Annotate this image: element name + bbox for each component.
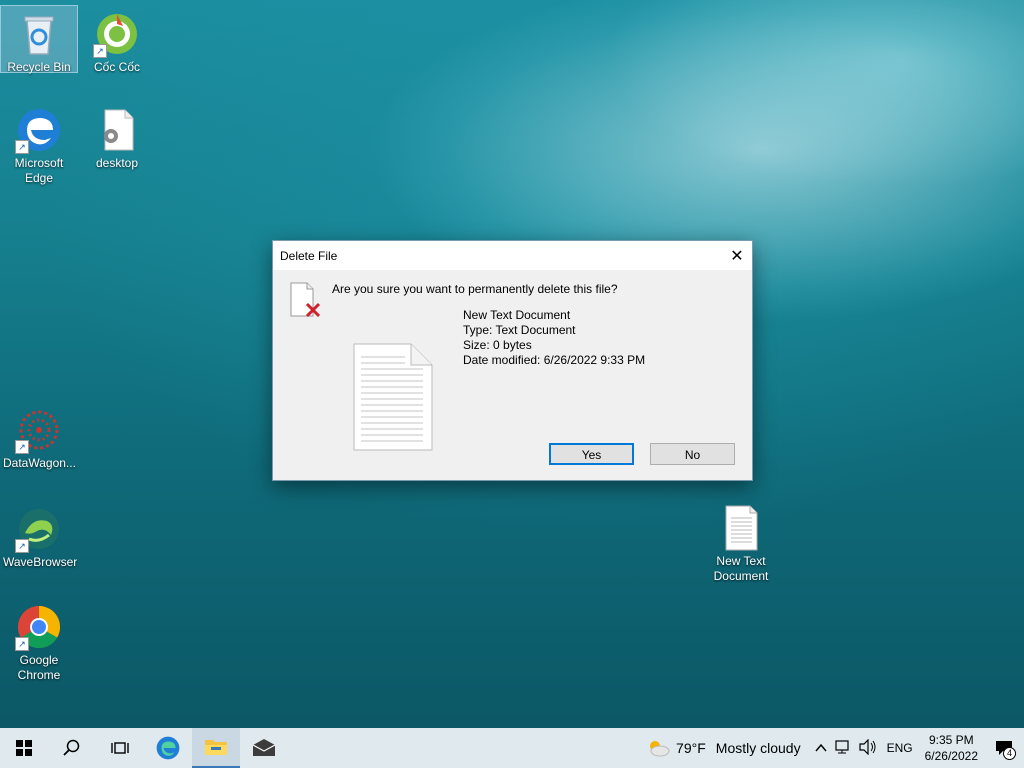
search-button[interactable] bbox=[48, 728, 96, 768]
input-language[interactable]: ENG bbox=[887, 741, 913, 755]
taskbar-mail[interactable] bbox=[240, 728, 288, 768]
clock-time: 9:35 PM bbox=[928, 733, 974, 747]
recycle-bin-label: Recycle Bin bbox=[7, 60, 71, 74]
network-icon[interactable] bbox=[834, 739, 851, 758]
partly-cloudy-icon bbox=[650, 741, 670, 757]
file-date-modified: Date modified: 6/26/2022 9:33 PM bbox=[463, 353, 646, 367]
mail-icon bbox=[252, 739, 276, 756]
chevron-up-icon[interactable] bbox=[815, 740, 827, 756]
file-name: New Text Document bbox=[463, 308, 571, 322]
settings-file-icon bbox=[93, 106, 141, 154]
desktop-ini-file[interactable]: desktop bbox=[79, 102, 155, 171]
datawagon-label: DataWagon... bbox=[3, 456, 76, 470]
shortcut-arrow-icon: ↗ bbox=[15, 637, 29, 651]
notification-badge: 4 bbox=[1003, 747, 1016, 760]
file-type: Type: Text Document bbox=[463, 323, 576, 337]
coccoc-icon: ↗ bbox=[93, 10, 141, 58]
datawagon-icon: ↗ bbox=[15, 406, 63, 454]
taskbar-edge[interactable] bbox=[144, 728, 192, 768]
wavebrowser-icon: ↗ bbox=[15, 505, 63, 553]
coccoc-shortcut[interactable]: ↗ Cốc Cốc bbox=[79, 6, 155, 75]
clock-date: 6/26/2022 bbox=[924, 749, 978, 763]
yes-button[interactable]: Yes bbox=[549, 443, 634, 465]
text-document-icon bbox=[717, 504, 765, 552]
weather-description: Mostly cloudy bbox=[715, 740, 801, 756]
folder-icon bbox=[205, 740, 227, 755]
file-preview-icon bbox=[353, 343, 433, 451]
confirmation-message: Are you sure you want to permanently del… bbox=[332, 282, 618, 296]
wavebrowser-label: WaveBrowser bbox=[3, 555, 78, 569]
new-text-document-label: New Text Document bbox=[713, 554, 769, 583]
shortcut-arrow-icon: ↗ bbox=[93, 44, 107, 58]
dialog-title: Delete File bbox=[280, 248, 338, 263]
action-center-button[interactable]: 4 bbox=[990, 728, 1018, 768]
datawagon-shortcut[interactable]: ↗ DataWagon... bbox=[1, 402, 77, 471]
task-view-icon bbox=[111, 742, 129, 754]
volume-icon[interactable] bbox=[858, 738, 877, 758]
taskbar-file-explorer[interactable] bbox=[192, 728, 240, 768]
task-view-button[interactable] bbox=[96, 728, 144, 768]
coccoc-label: Cốc Cốc bbox=[93, 60, 140, 74]
taskbar: 79°F Mostly cloudy ENG 9:35 PM 6/26/2022… bbox=[0, 728, 1024, 768]
start-button[interactable] bbox=[0, 728, 48, 768]
system-tray: 79°F Mostly cloudy ENG 9:35 PM 6/26/2022… bbox=[646, 728, 1024, 768]
recycle-bin-icon[interactable]: Recycle Bin bbox=[0, 5, 78, 74]
close-icon[interactable]: ✕ bbox=[722, 241, 752, 270]
shortcut-arrow-icon: ↗ bbox=[15, 539, 29, 553]
search-icon bbox=[63, 739, 80, 756]
desktop-file-label: desktop bbox=[95, 156, 139, 170]
edge-shortcut[interactable]: ↗ Microsoft Edge bbox=[1, 102, 77, 186]
dialog-titlebar[interactable]: Delete File ✕ bbox=[273, 241, 752, 270]
windows-logo-icon bbox=[16, 740, 32, 756]
no-button[interactable]: No bbox=[650, 443, 735, 465]
edge-icon bbox=[156, 736, 180, 760]
edge-icon: ↗ bbox=[15, 106, 63, 154]
wavebrowser-shortcut[interactable]: ↗ WaveBrowser bbox=[1, 501, 77, 570]
dialog-body: Are you sure you want to permanently del… bbox=[273, 270, 752, 480]
recycle-bin-icon bbox=[15, 10, 63, 58]
shortcut-arrow-icon: ↗ bbox=[15, 140, 29, 154]
chrome-icon: ↗ bbox=[15, 603, 63, 651]
chrome-shortcut[interactable]: ↗ Google Chrome bbox=[1, 599, 77, 683]
weather-widget[interactable]: 79°F Mostly cloudy bbox=[646, 738, 815, 758]
file-size: Size: 0 bytes bbox=[463, 338, 532, 352]
new-text-document-file[interactable]: New Text Document bbox=[703, 500, 779, 584]
clock[interactable]: 9:35 PM 6/26/2022 bbox=[925, 732, 978, 764]
edge-label: Microsoft Edge bbox=[14, 156, 64, 185]
chrome-label: Google Chrome bbox=[17, 653, 61, 682]
file-info: New Text Document Type: Text Document Si… bbox=[463, 308, 645, 368]
delete-file-icon bbox=[289, 282, 323, 320]
weather-temperature: 79°F bbox=[676, 740, 706, 756]
shortcut-arrow-icon: ↗ bbox=[15, 440, 29, 454]
delete-file-dialog: Delete File ✕ Are you sure you want to p… bbox=[272, 240, 753, 481]
